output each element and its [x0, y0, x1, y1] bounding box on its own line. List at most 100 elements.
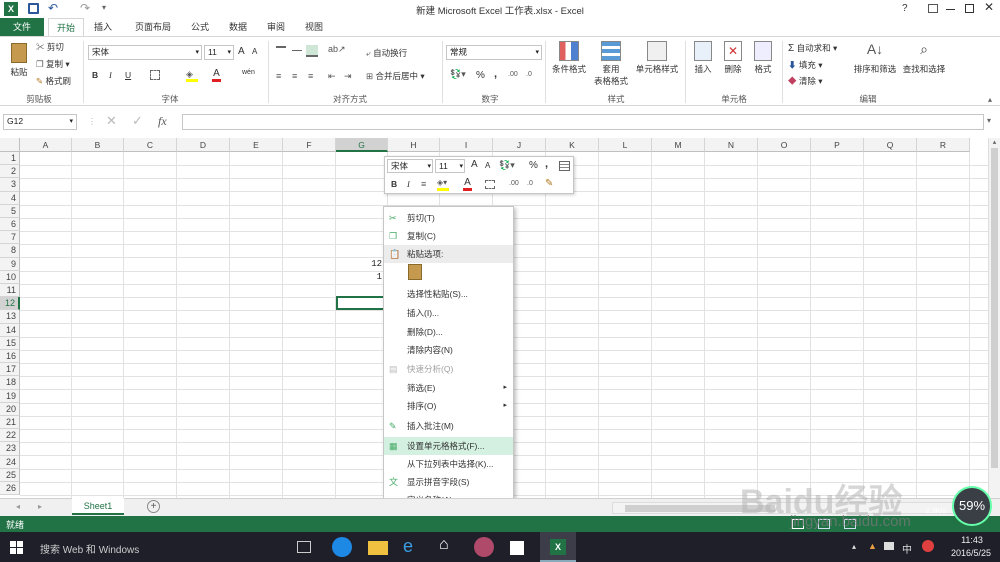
taskbar-search[interactable]: 搜索 Web 和 Windows [40, 541, 139, 556]
orientation-icon[interactable]: ab↗ [328, 44, 346, 55]
fill-color-icon[interactable]: ◈ [186, 69, 198, 82]
increase-decimal-icon[interactable]: .00 [508, 71, 518, 78]
column-header-h[interactable]: H [388, 138, 440, 152]
tab-insert[interactable]: 插入 [88, 18, 118, 36]
format-cells-button[interactable]: 格式 [750, 41, 776, 75]
row-header-4[interactable]: 4 [0, 191, 20, 205]
close-icon[interactable]: ✕ [984, 0, 994, 14]
column-header-i[interactable]: I [440, 138, 493, 152]
tab-data[interactable]: 数据 [224, 18, 252, 36]
mini-bold-button[interactable]: B [391, 179, 397, 189]
row-header-24[interactable]: 24 [0, 455, 20, 469]
mini-format-painter-icon[interactable]: ✎ [545, 178, 553, 189]
tray-display-icon[interactable] [884, 542, 894, 550]
currency-icon[interactable]: 💱▾ [450, 69, 466, 80]
enter-icon[interactable]: ✓ [132, 113, 143, 129]
row-header-3[interactable]: 3 [0, 178, 20, 192]
column-header-a[interactable]: A [20, 138, 72, 152]
mini-currency-icon[interactable]: 💱▾ [499, 160, 515, 171]
mini-grow-font-button[interactable]: A [471, 159, 478, 170]
context-menu-item-14[interactable]: 文显示拼音字段(S) [384, 473, 513, 491]
phonetic-button[interactable]: wén [242, 69, 255, 76]
row-header-1[interactable]: 1 [0, 152, 20, 166]
ribbon-display-icon[interactable] [928, 4, 938, 13]
row-header-23[interactable]: 23 [0, 442, 20, 456]
tab-review[interactable]: 审阅 [262, 18, 290, 36]
context-menu-item-7[interactable]: 清除内容(N) [384, 341, 513, 359]
tab-formulas[interactable]: 公式 [186, 18, 214, 36]
italic-button[interactable]: I [109, 70, 112, 80]
vertical-scrollbar[interactable]: ▴ [988, 138, 1000, 498]
column-header-n[interactable]: N [705, 138, 758, 152]
row-header-20[interactable]: 20 [0, 402, 20, 416]
align-top-icon[interactable] [276, 46, 286, 54]
column-header-f[interactable]: F [283, 138, 336, 152]
decrease-decimal-icon[interactable]: .0 [526, 71, 532, 78]
row-header-8[interactable]: 8 [0, 244, 20, 258]
font-color-button[interactable]: A [212, 68, 221, 82]
row-header-17[interactable]: 17 [0, 363, 20, 377]
column-header-g[interactable]: G [336, 138, 388, 152]
column-header-m[interactable]: M [652, 138, 705, 152]
context-menu-item-6[interactable]: 删除(D)... [384, 323, 513, 341]
mini-increase-decimal-icon[interactable]: .00 [509, 180, 519, 187]
borders-icon[interactable] [150, 70, 160, 80]
column-header-d[interactable]: D [177, 138, 230, 152]
tray-s-icon[interactable] [922, 540, 934, 552]
percent-button[interactable]: % [476, 70, 485, 81]
row-header-11[interactable]: 11 [0, 284, 20, 298]
underline-button[interactable]: U [125, 70, 131, 80]
indent-decrease-icon[interactable]: ⇤ [328, 71, 336, 82]
delete-cells-button[interactable]: ✕ 删除 [720, 41, 746, 75]
wrap-text-button[interactable]: ⤶ 自动换行 [366, 47, 407, 59]
column-header-o[interactable]: O [758, 138, 811, 152]
save-icon[interactable] [28, 3, 39, 14]
conditional-formatting-button[interactable]: 条件格式 [548, 41, 590, 75]
merge-center-button[interactable]: ⊞ 合并后居中 ▾ [366, 70, 425, 82]
customize-qat-icon[interactable]: ▾ [102, 3, 106, 12]
row-header-19[interactable]: 19 [0, 389, 20, 403]
context-menu-item-1[interactable]: ❐ 复制(C) [384, 227, 513, 245]
fill-button[interactable]: ⬇ 填充 ▾ [788, 59, 823, 71]
next-sheet-icon[interactable]: ▸ [38, 502, 42, 511]
grow-font-button[interactable]: A [238, 46, 245, 57]
column-header-q[interactable]: Q [864, 138, 917, 152]
restore-icon[interactable] [965, 4, 974, 13]
sort-filter-button[interactable]: A↓ 排序和筛选 [852, 41, 898, 75]
column-header-p[interactable]: P [811, 138, 864, 152]
column-header-r[interactable]: R [917, 138, 970, 152]
add-sheet-icon[interactable]: + [147, 500, 160, 513]
home-icon[interactable]: ⌂ [439, 536, 459, 556]
windows-start-icon[interactable] [10, 541, 23, 554]
row-header-14[interactable]: 14 [0, 323, 20, 337]
browser-icon[interactable] [332, 537, 352, 557]
mini-fill-color-icon[interactable]: ◈▾ [437, 178, 449, 191]
clipboard-icon[interactable] [408, 264, 422, 280]
mini-font-color-button[interactable]: A [463, 177, 472, 191]
task-view-icon[interactable] [297, 541, 311, 553]
indent-increase-icon[interactable]: ⇥ [344, 71, 352, 82]
cut-button[interactable]: ✂ 剪切 [36, 41, 64, 53]
comma-button[interactable]: , [494, 68, 497, 80]
clear-button[interactable]: ◆ 清除 ▾ [788, 75, 823, 87]
context-menu-item-11[interactable]: ✎ 插入批注(M) [384, 417, 513, 435]
number-format-select[interactable]: 常规 ▾ [446, 45, 542, 60]
collapse-ribbon-icon[interactable]: ▴ [988, 95, 992, 104]
edge-icon[interactable]: e [403, 536, 423, 556]
row-header-10[interactable]: 10 [0, 270, 20, 284]
expand-formula-icon[interactable]: ▾ [987, 116, 991, 125]
context-menu-item-4[interactable]: 选择性粘贴(S)... [384, 285, 513, 303]
align-middle-icon[interactable] [292, 50, 302, 51]
column-header-b[interactable]: B [72, 138, 124, 152]
paste-button[interactable]: 粘贴 [6, 41, 32, 87]
shrink-font-button[interactable]: A [252, 47, 257, 56]
context-menu-item-12[interactable]: ▦ 设置单元格格式(F)... [384, 437, 513, 455]
undo-icon[interactable]: ↶ [48, 1, 58, 15]
row-header-18[interactable]: 18 [0, 376, 20, 390]
ime-indicator[interactable]: 中 [902, 541, 912, 556]
column-header-l[interactable]: L [599, 138, 652, 152]
store-icon[interactable] [510, 541, 524, 555]
column-header-k[interactable]: K [546, 138, 599, 152]
tray-up-icon[interactable]: ▴ [852, 542, 856, 551]
mini-shrink-font-button[interactable]: A [485, 161, 490, 170]
